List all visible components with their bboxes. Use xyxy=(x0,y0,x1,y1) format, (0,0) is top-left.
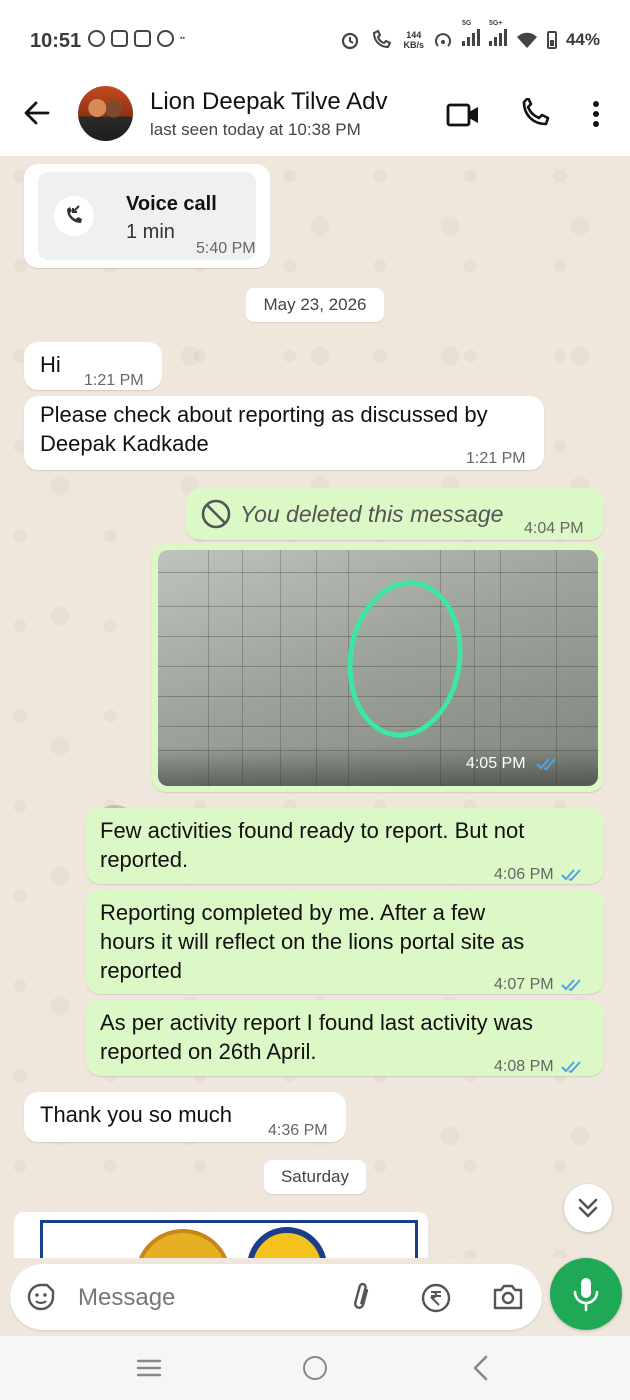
wifi-icon xyxy=(516,32,537,48)
contact-name[interactable]: Lion Deepak Tilve Adv xyxy=(150,88,387,116)
app-notification-icon: ▪▪ xyxy=(180,35,185,42)
incoming-message[interactable]: Hi 1:21 PM xyxy=(24,342,162,390)
system-navigation-bar xyxy=(0,1336,630,1400)
message-time: 4:07 PM xyxy=(494,970,584,999)
read-ticks-icon xyxy=(560,869,581,881)
alarm-icon xyxy=(342,32,359,49)
lions-club-logo xyxy=(247,1227,327,1258)
battery-icon xyxy=(546,30,557,49)
message-time: 4:04 PM xyxy=(524,520,584,537)
recent-apps-icon[interactable] xyxy=(136,1358,162,1378)
deleted-icon xyxy=(201,499,231,529)
message-text-line: reported xyxy=(100,958,182,983)
outgoing-message[interactable]: As per activity report I found last acti… xyxy=(86,1000,604,1076)
signal-2: 5G+ xyxy=(488,20,507,51)
message-text-line: As per activity report I found last acti… xyxy=(100,1010,533,1035)
message-time: 4:08 PM xyxy=(494,1052,584,1081)
date-divider: Saturday xyxy=(264,1160,366,1194)
message-input[interactable]: Message xyxy=(10,1264,542,1330)
emoji-sticker-icon[interactable] xyxy=(26,1282,56,1312)
chat-notification-icon xyxy=(111,30,128,47)
more-options-icon[interactable] xyxy=(586,98,606,130)
chat-header: Lion Deepak Tilve Adv last seen today at… xyxy=(0,82,630,156)
deleted-message-text: You deleted this message xyxy=(240,501,504,527)
double-chevron-down-icon xyxy=(578,1198,598,1218)
battery-level: 44% xyxy=(565,29,600,49)
camera-icon[interactable] xyxy=(492,1282,524,1312)
date-divider: May 23, 2026 xyxy=(246,288,384,322)
message-time: 1:21 PM xyxy=(84,372,144,389)
whatsapp-notification-icon xyxy=(88,30,105,47)
signal-1: 5G xyxy=(461,20,480,51)
message-time: 5:40 PM xyxy=(196,240,256,257)
outgoing-image-message[interactable]: 4:05 PM xyxy=(152,544,604,792)
status-time: 10:51 xyxy=(30,30,82,52)
incoming-call-icon xyxy=(67,205,82,223)
incoming-image-preview[interactable] xyxy=(14,1212,428,1258)
incoming-message[interactable]: Thank you so much 4:36 PM xyxy=(24,1092,346,1142)
message-text: Thank you so much xyxy=(40,1102,232,1127)
call-status-icon xyxy=(373,29,392,48)
call-circle xyxy=(54,196,94,236)
voice-call-duration: 1 min xyxy=(126,221,175,243)
status-bar: 10:51 ▪▪ 144 KB/s 5G 5G+ 44% xyxy=(0,0,630,82)
voice-message-button[interactable] xyxy=(550,1258,622,1330)
outgoing-message[interactable]: Few activities found ready to report. Bu… xyxy=(86,808,604,884)
lions-emblem-logo xyxy=(135,1229,231,1258)
voice-call-card[interactable]: Voice call 1 min 5:40 PM xyxy=(38,172,256,260)
shared-image[interactable]: 4:05 PM xyxy=(158,550,598,786)
network-rate: 144 KB/s xyxy=(403,29,424,50)
message-text-line: Few activities found ready to report. Bu… xyxy=(100,818,525,843)
message-text-line: hours it will reflect on the lions porta… xyxy=(100,929,525,954)
home-icon[interactable] xyxy=(303,1356,327,1380)
contact-avatar[interactable] xyxy=(78,86,133,141)
incoming-message[interactable]: Please check about reporting as discusse… xyxy=(24,396,544,470)
scroll-to-bottom-button[interactable] xyxy=(564,1184,612,1232)
message-placeholder[interactable]: Message xyxy=(78,1284,175,1312)
message-text-line: Please check about reporting as discusse… xyxy=(40,402,488,427)
attach-icon[interactable] xyxy=(348,1280,374,1314)
status-right: 144 KB/s 5G 5G+ 44% xyxy=(339,20,600,51)
message-text-line: reported on 26th April. xyxy=(100,1039,317,1064)
instagram-notification-icon xyxy=(134,30,151,47)
payment-rupee-icon[interactable] xyxy=(420,1282,452,1314)
voice-call-title: Voice call xyxy=(126,193,217,215)
message-time: 4:36 PM xyxy=(268,1122,328,1139)
microphone-icon xyxy=(573,1278,599,1312)
image-preview-frame xyxy=(40,1220,418,1258)
read-ticks-icon xyxy=(560,1061,581,1073)
notification-icons: ▪▪ xyxy=(88,30,185,47)
message-time: 1:21 PM xyxy=(466,450,526,467)
back-arrow-icon[interactable] xyxy=(22,98,52,128)
voice-call-bubble[interactable]: Voice call 1 min 5:40 PM xyxy=(24,164,270,268)
nav-back-icon[interactable] xyxy=(470,1354,490,1382)
last-seen: last seen today at 10:38 PM xyxy=(150,120,361,139)
outgoing-message[interactable]: Reporting completed by me. After a few h… xyxy=(86,890,604,994)
message-text: Hi xyxy=(40,352,61,377)
chat-area[interactable]: Voice call 1 min 5:40 PM May 23, 2026 Hi… xyxy=(0,156,630,1258)
location-notification-icon xyxy=(157,30,174,47)
message-text-line: reported. xyxy=(100,847,189,872)
highlight-circle xyxy=(337,572,473,746)
video-call-icon[interactable] xyxy=(446,102,480,128)
read-ticks-icon xyxy=(560,979,581,991)
image-time: 4:05 PM xyxy=(466,749,558,778)
hotspot-icon xyxy=(435,32,451,47)
outgoing-deleted-message[interactable]: You deleted this message 4:04 PM xyxy=(186,488,604,540)
message-input-bar: Message xyxy=(0,1258,630,1336)
voice-call-icon[interactable] xyxy=(518,98,550,130)
message-text-line: Reporting completed by me. After a few xyxy=(100,900,486,925)
message-time: 4:06 PM xyxy=(494,860,584,889)
read-ticks-icon xyxy=(536,758,556,770)
message-text-line: Deepak Kadkade xyxy=(40,431,209,456)
